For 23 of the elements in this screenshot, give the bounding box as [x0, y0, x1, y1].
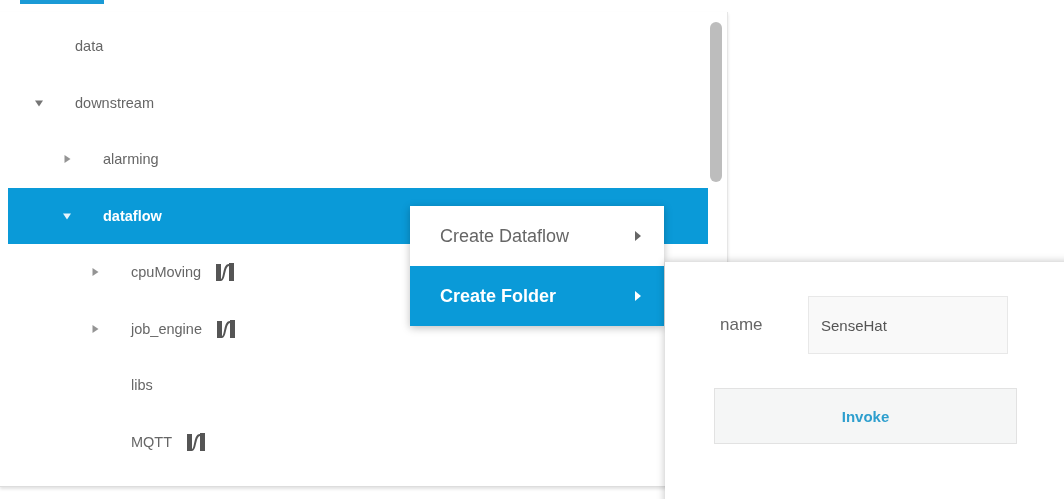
tree-item-label: MQTT [131, 433, 173, 450]
right-triangle-icon[interactable] [91, 268, 99, 277]
right-triangle-icon[interactable] [63, 155, 71, 164]
tree-item[interactable]: downstream [8, 74, 708, 131]
submenu-arrow-icon [634, 291, 642, 301]
tree-item[interactable]: MQTT [8, 413, 708, 470]
tree-item-label: data [75, 38, 104, 55]
tree-item-label: cpuMoving [131, 264, 202, 281]
scrollbar-thumb[interactable] [710, 22, 722, 182]
tree-item-label: job_engine [131, 320, 202, 337]
tree-item-label: alarming [103, 151, 159, 168]
tree-item-label: dataflow [103, 207, 162, 224]
tree-item-label: libs [131, 377, 153, 394]
name-field[interactable]: SenseHat [808, 296, 1008, 354]
right-triangle-icon[interactable] [91, 324, 99, 333]
down-triangle-icon[interactable] [63, 211, 71, 220]
down-triangle-icon[interactable] [35, 98, 43, 107]
submenu-arrow-icon [634, 231, 642, 241]
tree-item[interactable]: alarming [8, 131, 708, 188]
tree-item-label: downstream [75, 94, 154, 111]
menu-item[interactable]: Create Folder [410, 266, 664, 326]
field-label: name [720, 315, 764, 335]
tree-item[interactable]: data [8, 18, 708, 75]
